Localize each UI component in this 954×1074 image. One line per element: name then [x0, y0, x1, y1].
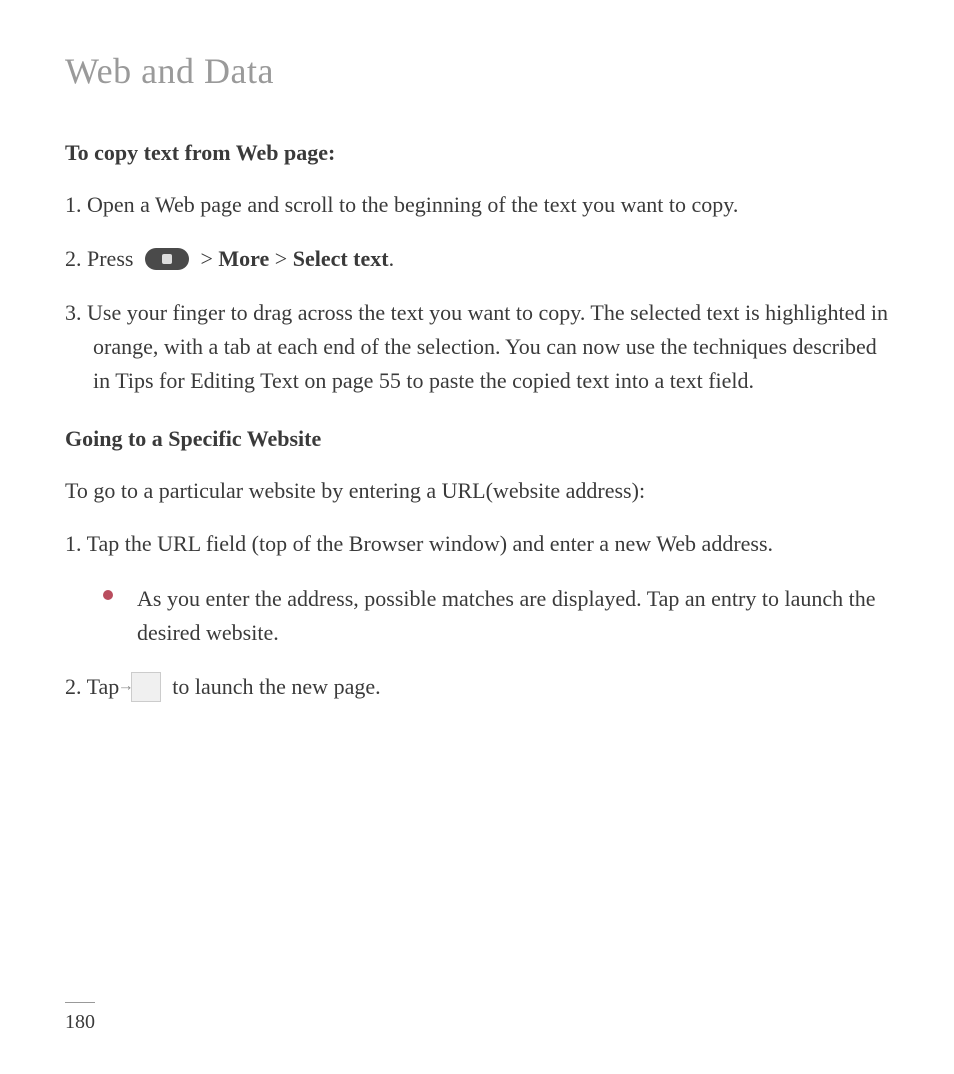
- section-going-to-website-heading: Going to a Specific Website: [65, 426, 894, 452]
- step-2b-suffix: to launch the new page.: [167, 674, 381, 699]
- bullet-item-1: As you enter the address, possible match…: [65, 582, 894, 650]
- step-2b-prefix: 2. Tap: [65, 674, 125, 699]
- section-2-intro: To go to a particular website by enterin…: [65, 474, 894, 507]
- footer-line: [65, 1002, 95, 1003]
- step-2-gt1: >: [195, 246, 218, 271]
- menu-button-icon: [145, 248, 189, 270]
- section-2-step-2: 2. Tap to launch the new page.: [65, 670, 894, 704]
- step-1: 1. Open a Web page and scroll to the beg…: [65, 188, 894, 222]
- step-2-gt2: >: [269, 246, 292, 271]
- section-2-step-1: 1. Tap the URL field (top of the Browser…: [65, 527, 894, 561]
- bullet-text: As you enter the address, possible match…: [137, 586, 876, 645]
- step-2-prefix: 2. Press: [65, 246, 139, 271]
- bullet-dot-icon: [103, 590, 113, 600]
- page-number: 180: [65, 1011, 95, 1034]
- arrow-icon: [131, 672, 161, 702]
- step-2-select-text: Select text: [293, 246, 389, 271]
- section-to-copy-heading: To copy text from Web page:: [65, 140, 894, 166]
- step-3: 3. Use your finger to drag across the te…: [65, 296, 894, 398]
- step-2-more: More: [218, 246, 269, 271]
- page-title: Web and Data: [65, 50, 894, 92]
- page-footer: 180: [65, 1002, 95, 1034]
- step-2: 2. Press > More > Select text.: [65, 242, 894, 276]
- step-2-period: .: [389, 246, 395, 271]
